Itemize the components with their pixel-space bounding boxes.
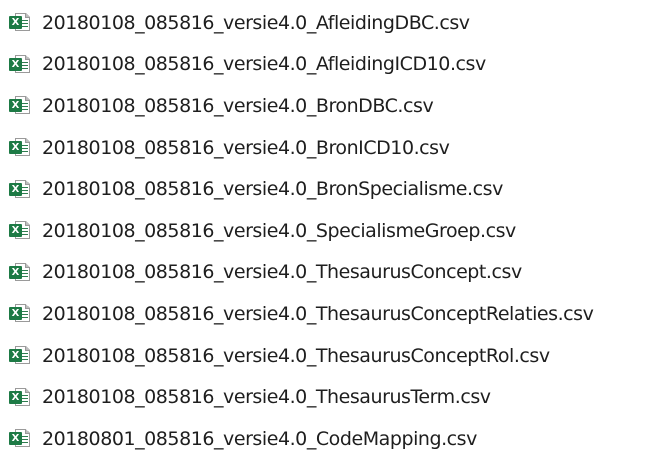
file-item[interactable]: X 20180108_085816_versie4.0_SpecialismeG… [0, 210, 660, 252]
excel-badge: X [9, 182, 22, 196]
file-list: X 20180108_085816_versie4.0_AfleidingDBC… [0, 0, 660, 459]
excel-csv-file-icon: X [8, 262, 32, 283]
file-item[interactable]: X 20180108_085816_versie4.0_ThesaurusTer… [0, 376, 660, 418]
excel-csv-file-icon: X [8, 345, 32, 366]
excel-badge: X [9, 265, 22, 279]
excel-badge: X [9, 57, 22, 71]
file-name: 20180108_085816_versie4.0_BronDBC.csv [42, 94, 434, 117]
excel-badge: X [9, 349, 22, 363]
file-name: 20180108_085816_versie4.0_ThesaurusConce… [42, 261, 522, 284]
file-item[interactable]: X 20180801_085816_versie4.0_CodeMapping.… [0, 418, 660, 460]
file-item[interactable]: X 20180108_085816_versie4.0_ThesaurusCon… [0, 252, 660, 294]
file-name: 20180108_085816_versie4.0_BronICD10.csv [42, 136, 450, 159]
file-name: 20180108_085816_versie4.0_AfleidingICD10… [42, 53, 486, 76]
file-name: 20180108_085816_versie4.0_ThesaurusConce… [42, 344, 550, 367]
excel-csv-file-icon: X [8, 387, 32, 408]
excel-csv-file-icon: X [8, 12, 32, 33]
excel-csv-file-icon: X [8, 179, 32, 200]
excel-badge: X [9, 432, 22, 446]
file-name: 20180108_085816_versie4.0_AfleidingDBC.c… [42, 11, 470, 34]
excel-badge: X [9, 16, 22, 30]
excel-badge: X [9, 99, 22, 113]
file-item[interactable]: X 20180108_085816_versie4.0_AfleidingICD… [0, 44, 660, 86]
file-name: 20180108_085816_versie4.0_SpecialismeGro… [42, 219, 516, 242]
file-item[interactable]: X 20180108_085816_versie4.0_BronSpeciali… [0, 168, 660, 210]
excel-badge: X [9, 224, 22, 238]
excel-csv-file-icon: X [8, 54, 32, 75]
file-item[interactable]: X 20180108_085816_versie4.0_ThesaurusCon… [0, 293, 660, 335]
excel-badge: X [9, 390, 22, 404]
file-item[interactable]: X 20180108_085816_versie4.0_BronDBC.csv [0, 85, 660, 127]
file-name: 20180801_085816_versie4.0_CodeMapping.cs… [42, 427, 477, 450]
file-name: 20180108_085816_versie4.0_BronSpecialism… [42, 178, 503, 201]
file-item[interactable]: X 20180108_085816_versie4.0_AfleidingDBC… [0, 2, 660, 44]
file-name: 20180108_085816_versie4.0_ThesaurusConce… [42, 302, 594, 325]
excel-csv-file-icon: X [8, 428, 32, 449]
excel-csv-file-icon: X [8, 303, 32, 324]
excel-csv-file-icon: X [8, 220, 32, 241]
file-item[interactable]: X 20180108_085816_versie4.0_ThesaurusCon… [0, 335, 660, 377]
excel-csv-file-icon: X [8, 95, 32, 116]
excel-csv-file-icon: X [8, 137, 32, 158]
excel-badge: X [9, 141, 22, 155]
file-name: 20180108_085816_versie4.0_ThesaurusTerm.… [42, 386, 491, 409]
file-item[interactable]: X 20180108_085816_versie4.0_BronICD10.cs… [0, 127, 660, 169]
excel-badge: X [9, 307, 22, 321]
